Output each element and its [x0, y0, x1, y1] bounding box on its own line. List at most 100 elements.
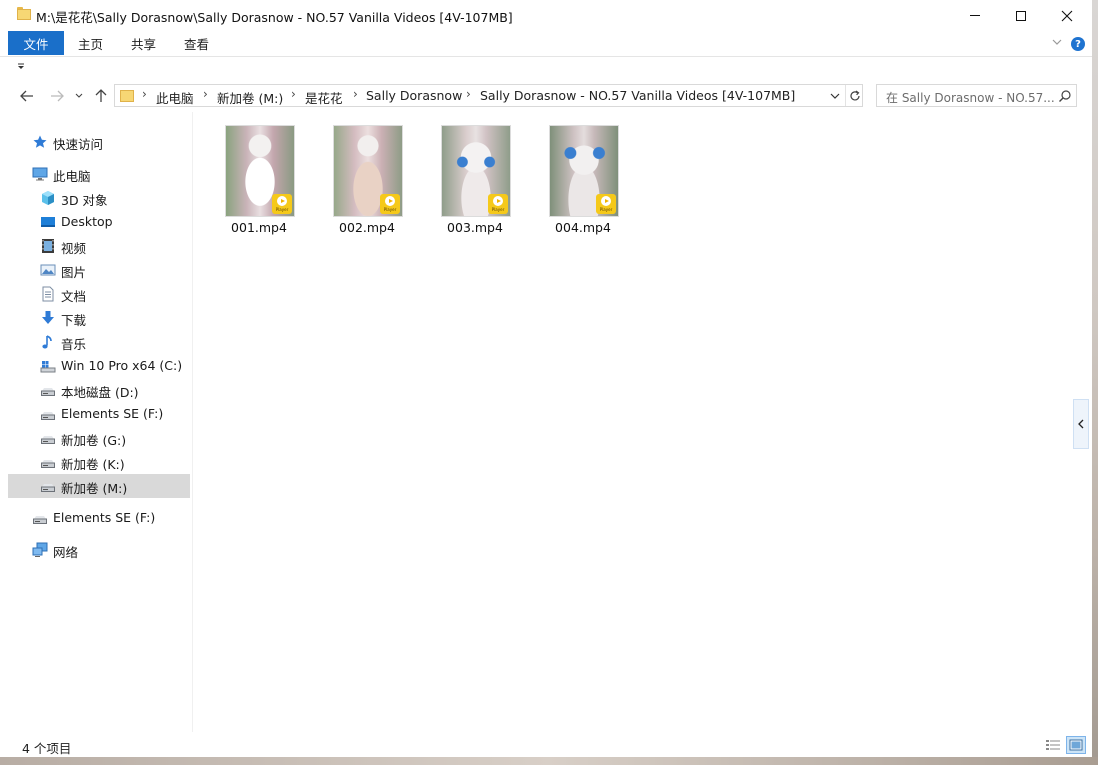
- address-bar[interactable]: › 此电脑 › 新加卷 (M:) › 是花花 › Sally Dorasnow …: [114, 84, 863, 107]
- player-badge: Player: [272, 194, 292, 214]
- video-thumbnail: Player: [225, 125, 295, 217]
- sidebar-item-documents[interactable]: 文档: [8, 282, 190, 306]
- video-icon: [42, 239, 54, 253]
- back-button[interactable]: [17, 86, 37, 106]
- star-icon: [33, 135, 47, 148]
- window-title: M:\是花花\Sally Dorasnow\Sally Dorasnow - N…: [36, 10, 513, 25]
- breadcrumb-separator-icon[interactable]: ›: [291, 87, 296, 101]
- sidebar-item-downloads[interactable]: 下载: [8, 306, 190, 330]
- sidebar-item-network[interactable]: 网络: [8, 538, 190, 562]
- breadcrumb-separator-icon[interactable]: ›: [203, 87, 208, 101]
- breadcrumb-separator-icon[interactable]: ›: [142, 87, 147, 101]
- player-badge: Player: [380, 194, 400, 214]
- file-name: 001.mp4: [231, 220, 287, 235]
- minimize-icon: [970, 15, 980, 16]
- sidebar-item-drive-m[interactable]: 新加卷 (M:): [8, 474, 190, 498]
- quick-access-toolbar: [0, 57, 1092, 81]
- drive-icon: [41, 388, 55, 396]
- video-thumbnail: Player: [333, 125, 403, 217]
- navigation-pane: 快速访问 此电脑 3D 对象 Desktop 视频 图片 文档 下载 音乐 Wi…: [8, 128, 190, 728]
- help-icon[interactable]: ?: [1071, 37, 1085, 51]
- item-count: 4 个项目: [22, 741, 72, 756]
- file-list: Player 001.mp4 Player 002.mp4 Player 003…: [198, 115, 1078, 725]
- maximize-icon: [1016, 10, 1026, 21]
- file-item[interactable]: Player 003.mp4: [425, 125, 525, 240]
- minimize-button[interactable]: [952, 0, 998, 31]
- sidebar-item-music[interactable]: 音乐: [8, 330, 190, 354]
- tab-view[interactable]: 查看: [184, 31, 209, 55]
- breadcrumb-huahua[interactable]: 是花花: [305, 88, 343, 107]
- address-dropdown-button[interactable]: [827, 87, 843, 104]
- refresh-button[interactable]: [845, 85, 863, 106]
- sidebar-item-drive-d[interactable]: 本地磁盘 (D:): [8, 378, 190, 402]
- recent-locations-button[interactable]: [71, 86, 87, 106]
- preview-pane-toggle[interactable]: [1073, 399, 1089, 449]
- file-item[interactable]: Player 002.mp4: [317, 125, 417, 240]
- tab-file[interactable]: 文件: [8, 31, 64, 55]
- folder-icon: [120, 89, 134, 102]
- caret-down-icon: [18, 63, 24, 69]
- large-icons-view-button[interactable]: [1066, 736, 1086, 754]
- details-view-icon: [1046, 740, 1060, 750]
- player-badge: Player: [596, 194, 616, 214]
- chevron-down-icon: [830, 93, 840, 99]
- video-thumbnail: Player: [441, 125, 511, 217]
- sidebar-item-quick-access[interactable]: 快速访问: [8, 130, 190, 154]
- tab-share[interactable]: 共享: [131, 31, 156, 55]
- sidebar-item-3d-objects[interactable]: 3D 对象: [8, 186, 190, 210]
- play-icon: [277, 196, 287, 206]
- cube-icon: [42, 191, 54, 205]
- computer-icon: [32, 167, 48, 181]
- folder-icon: [17, 7, 31, 20]
- drive-icon: [41, 460, 55, 468]
- drive-icon: [41, 484, 55, 492]
- play-icon: [493, 196, 503, 206]
- up-button[interactable]: [91, 86, 111, 106]
- file-name: 002.mp4: [339, 220, 395, 235]
- play-icon: [601, 196, 611, 206]
- sidebar-item-drive-f[interactable]: Elements SE (F:): [8, 402, 190, 426]
- title-bar[interactable]: M:\是花花\Sally Dorasnow\Sally Dorasnow - N…: [0, 0, 1092, 31]
- sidebar-item-drive-c[interactable]: Win 10 Pro x64 (C:): [8, 354, 190, 378]
- music-icon: [42, 335, 52, 349]
- search-icon[interactable]: [1058, 89, 1072, 103]
- sidebar-item-this-pc[interactable]: 此电脑: [8, 162, 190, 186]
- sidebar-item-external-drive-f[interactable]: Elements SE (F:): [8, 506, 190, 530]
- desktop-background-bottom: [0, 757, 1098, 765]
- sidebar-item-pictures[interactable]: 图片: [8, 258, 190, 282]
- file-item[interactable]: Player 004.mp4: [533, 125, 633, 240]
- drive-icon: [41, 436, 55, 444]
- pane-divider[interactable]: [192, 112, 193, 732]
- sidebar-item-videos[interactable]: 视频: [8, 234, 190, 258]
- tab-home[interactable]: 主页: [78, 31, 103, 55]
- network-icon: [32, 542, 48, 557]
- player-badge: Player: [488, 194, 508, 214]
- large-icons-view-icon: [1069, 739, 1083, 751]
- file-name: 004.mp4: [555, 220, 611, 235]
- search-input[interactable]: 在 Sally Dorasnow - NO.57...: [886, 89, 1054, 106]
- status-bar: 4 个项目: [0, 733, 1092, 757]
- customize-toolbar-button[interactable]: [17, 63, 25, 74]
- breadcrumb-separator-icon[interactable]: ›: [353, 87, 358, 101]
- desktop-background: [1092, 0, 1098, 765]
- breadcrumb-this-pc[interactable]: 此电脑: [156, 88, 194, 107]
- file-item[interactable]: Player 001.mp4: [209, 125, 309, 240]
- search-box[interactable]: 在 Sally Dorasnow - NO.57...: [876, 84, 1077, 107]
- close-button[interactable]: [1044, 0, 1090, 31]
- sidebar-item-drive-k[interactable]: 新加卷 (K:): [8, 450, 190, 474]
- chevron-down-icon: [1052, 39, 1062, 45]
- close-icon: [1061, 10, 1073, 21]
- forward-button[interactable]: [47, 86, 67, 106]
- system-drive-icon: [40, 361, 56, 373]
- maximize-button[interactable]: [998, 0, 1044, 31]
- sidebar-item-drive-g[interactable]: 新加卷 (G:): [8, 426, 190, 450]
- breadcrumb-separator-icon[interactable]: ›: [466, 87, 471, 101]
- play-icon: [385, 196, 395, 206]
- breadcrumb-current-folder[interactable]: Sally Dorasnow - NO.57 Vanilla Videos [4…: [480, 88, 795, 103]
- expand-ribbon-button[interactable]: [1050, 36, 1064, 50]
- breadcrumb-sally[interactable]: Sally Dorasnow: [366, 88, 462, 103]
- details-view-button[interactable]: [1044, 736, 1062, 754]
- breadcrumb-drive-m[interactable]: 新加卷 (M:): [217, 88, 283, 107]
- drive-icon: [41, 412, 55, 420]
- sidebar-item-desktop[interactable]: Desktop: [8, 210, 190, 234]
